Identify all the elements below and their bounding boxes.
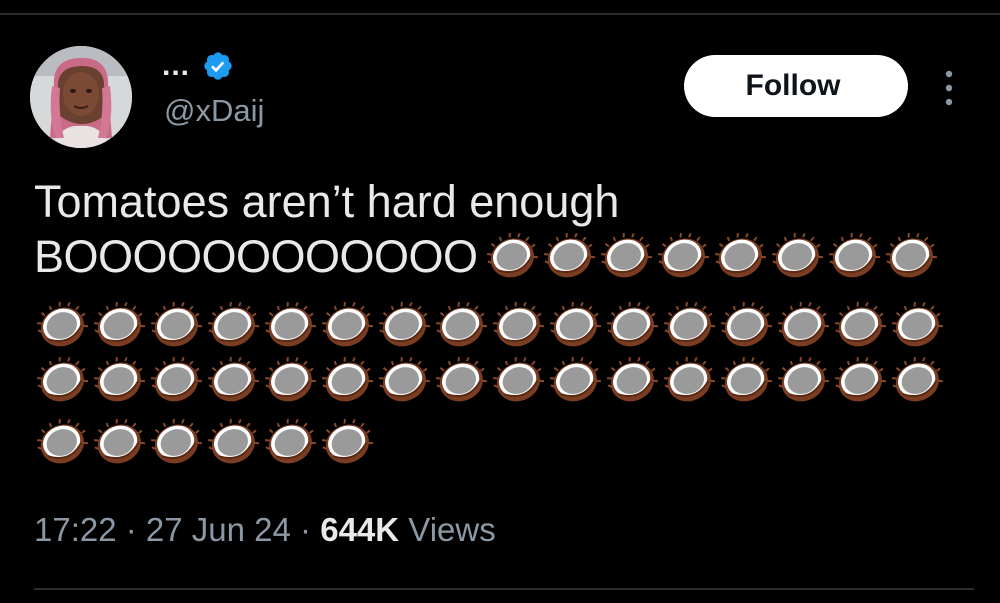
- tweet-body: Tomatoes aren’t hard enough BOOOOOOOOOOO…: [34, 174, 974, 284]
- coconut-emoji: [321, 417, 373, 469]
- coconut-emoji: [264, 300, 316, 352]
- coconut-emoji: [834, 300, 886, 352]
- coconut-emoji: [720, 355, 772, 407]
- follow-button[interactable]: Follow: [684, 55, 908, 117]
- coconut-emoji: [600, 231, 652, 283]
- emoji-row: [36, 300, 948, 352]
- coconut-emoji: [150, 300, 202, 352]
- tweet-boo-text: BOOOOOOOOOOOO: [34, 231, 478, 282]
- coconut-emoji: [714, 231, 766, 283]
- coconut-emoji: [321, 355, 373, 407]
- coconut-emoji: [36, 300, 88, 352]
- coconut-emoji: [777, 300, 829, 352]
- coconut-emoji: [777, 355, 829, 407]
- coconut-emoji: [150, 355, 202, 407]
- coconut-emoji: [771, 231, 823, 283]
- coconut-emoji: [885, 231, 937, 283]
- views-label: Views: [399, 511, 496, 548]
- coconut-emoji: [93, 300, 145, 352]
- coconut-emoji: [543, 231, 595, 283]
- coconut-emoji: [492, 355, 544, 407]
- coconut-emoji: [207, 417, 259, 469]
- coconut-emoji: [606, 300, 658, 352]
- coconut-emoji: [150, 417, 202, 469]
- coconut-emoji: [834, 355, 886, 407]
- coconut-emoji: [435, 300, 487, 352]
- coconut-emoji: [606, 355, 658, 407]
- coconut-emoji: [378, 300, 430, 352]
- verified-badge-icon: [204, 52, 232, 80]
- coconut-emoji: [321, 300, 373, 352]
- coconut-emoji: [663, 355, 715, 407]
- more-options-icon[interactable]: [934, 66, 964, 110]
- tweet-date[interactable]: 27 Jun 24: [146, 511, 291, 548]
- coconut-emoji: [435, 355, 487, 407]
- tweet-line-1: Tomatoes aren’t hard enough: [34, 176, 620, 227]
- top-divider: [0, 13, 1000, 15]
- coconut-emoji: [378, 355, 430, 407]
- tweet-time[interactable]: 17:22: [34, 511, 117, 548]
- coconut-emoji: [93, 417, 145, 469]
- coconut-emoji: [93, 355, 145, 407]
- coconut-emoji: [663, 300, 715, 352]
- coconut-emoji: [891, 355, 943, 407]
- coconut-emoji: [264, 417, 316, 469]
- coconut-emoji: [492, 300, 544, 352]
- coconut-emoji: [549, 355, 601, 407]
- coconut-emoji: [657, 231, 709, 283]
- avatar-photo: [30, 46, 132, 148]
- meta-separator: ·: [116, 511, 146, 548]
- author-avatar[interactable]: [30, 46, 132, 148]
- author-handle[interactable]: @xDaij: [164, 94, 264, 128]
- coconut-emoji: [36, 417, 88, 469]
- emoji-group-inline: [486, 231, 942, 283]
- coconut-emoji: [207, 355, 259, 407]
- coconut-emoji: [720, 300, 772, 352]
- emoji-row: [36, 417, 378, 469]
- coconut-emoji: [36, 355, 88, 407]
- author-display-name[interactable]: ...: [162, 51, 190, 81]
- views-count: 644K: [320, 511, 400, 548]
- emoji-row: [36, 355, 948, 407]
- bottom-divider: [34, 588, 974, 590]
- tweet-metadata: 17:22 · 27 Jun 24 · 644K Views: [34, 510, 496, 550]
- coconut-emoji: [549, 300, 601, 352]
- tweet-line-2: BOOOOOOOOOOOO: [34, 229, 974, 284]
- coconut-emoji: [207, 300, 259, 352]
- coconut-emoji: [828, 231, 880, 283]
- coconut-emoji: [891, 300, 943, 352]
- coconut-emoji: [486, 231, 538, 283]
- meta-separator: ·: [290, 511, 321, 548]
- coconut-emoji: [264, 355, 316, 407]
